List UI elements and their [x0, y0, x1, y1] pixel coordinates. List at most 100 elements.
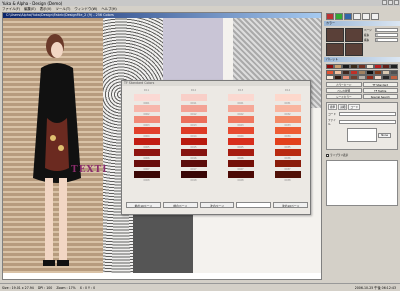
color-swatch[interactable]	[227, 105, 254, 112]
maximize-button[interactable]	[388, 0, 393, 5]
tab-detail[interactable]: 詳細	[338, 104, 348, 110]
color-swatch[interactable]	[274, 94, 301, 101]
library-list[interactable]	[326, 160, 398, 206]
property-value[interactable]: 1	[375, 28, 398, 32]
palette-swatch[interactable]	[358, 75, 366, 80]
color-swatch[interactable]	[133, 171, 160, 178]
prev-10-pages-button[interactable]: 前の10ページ	[126, 202, 161, 208]
color-swatch[interactable]	[133, 160, 160, 167]
palette-swatch[interactable]	[374, 64, 382, 69]
fill-blue-icon[interactable]	[344, 13, 352, 20]
palette-swatch[interactable]	[358, 69, 366, 75]
color-swatch[interactable]	[227, 127, 254, 134]
color-swatch[interactable]	[180, 105, 207, 112]
palette-swatch[interactable]	[342, 64, 350, 69]
color-swatch[interactable]	[227, 171, 254, 178]
tf-textile-button[interactable]: TF Textile	[362, 88, 398, 93]
palette-swatch[interactable]	[390, 69, 398, 75]
color-swatch[interactable]	[180, 94, 207, 101]
minimize-button[interactable]	[382, 0, 387, 5]
palette-swatch[interactable]	[334, 75, 342, 80]
palette-swatch[interactable]	[326, 69, 334, 75]
palette-swatch[interactable]	[382, 75, 390, 80]
thumbnail[interactable]	[326, 28, 344, 42]
color-swatch[interactable]	[133, 94, 160, 101]
palette-swatch[interactable]	[366, 69, 374, 75]
code-input[interactable]	[339, 112, 396, 116]
palette-swatch[interactable]	[366, 64, 374, 69]
color-swatch[interactable]	[133, 105, 160, 112]
palette-swatch[interactable]	[326, 64, 334, 69]
thumbnail[interactable]	[345, 28, 363, 42]
tf-standard-button[interactable]: TF Standard	[362, 82, 398, 87]
color-card-button[interactable]: カラーカード	[326, 82, 362, 87]
palette-swatch[interactable]	[334, 69, 342, 75]
color-swatch[interactable]	[227, 116, 254, 123]
special-search-button[interactable]: Special Search	[362, 94, 398, 99]
library-checkbox-row[interactable]: ライブラリ表示	[324, 152, 400, 158]
eraser-icon[interactable]	[353, 13, 361, 20]
property-value[interactable]: 4	[375, 38, 398, 42]
none-button[interactable]: None	[378, 133, 391, 138]
color-swatch[interactable]	[180, 160, 207, 167]
palette-swatch[interactable]	[350, 64, 358, 69]
color-swatch[interactable]	[180, 149, 207, 156]
color-swatch[interactable]	[180, 138, 207, 145]
property-value[interactable]: 3	[375, 33, 398, 37]
move-icon[interactable]	[371, 13, 379, 20]
palette-swatch[interactable]	[350, 75, 358, 80]
color-swatch[interactable]	[133, 149, 160, 156]
menu-help[interactable]: ヘルプ(H)	[101, 6, 116, 11]
close-button[interactable]	[394, 0, 399, 5]
thumbnail[interactable]	[326, 42, 344, 56]
palette-swatch[interactable]	[358, 64, 366, 69]
color-swatch[interactable]	[227, 138, 254, 145]
tab-code[interactable]: コード	[348, 104, 361, 110]
color-swatch[interactable]	[274, 171, 301, 178]
color-swatch[interactable]	[227, 94, 254, 101]
pen-state-button[interactable]: ペンの状態	[326, 88, 362, 93]
select-icon[interactable]	[362, 13, 370, 20]
palette-swatch[interactable]	[334, 64, 342, 69]
menu-tools[interactable]: ツール(T)	[56, 6, 71, 11]
palette-swatch[interactable]	[374, 69, 382, 75]
color-swatch[interactable]	[180, 127, 207, 134]
color-swatch[interactable]	[133, 116, 160, 123]
color-swatch[interactable]	[274, 105, 301, 112]
color-swatch[interactable]	[133, 138, 160, 145]
seed-color-button[interactable]: シードカラー	[326, 94, 362, 99]
color-swatch[interactable]	[274, 138, 301, 145]
palette-swatch[interactable]	[382, 69, 390, 75]
library-checkbox[interactable]	[326, 153, 329, 157]
color-swatch[interactable]	[227, 149, 254, 156]
page-number-field[interactable]	[236, 202, 272, 208]
palette-swatch[interactable]	[342, 75, 350, 80]
next-10-pages-button[interactable]: 次の10ページ	[273, 202, 308, 208]
menu-window[interactable]: ウィンドウ(W)	[74, 6, 97, 11]
next-page-button[interactable]: 次のページ	[199, 202, 235, 208]
menu-edit[interactable]: 編集(E)	[24, 6, 36, 11]
palette-swatch[interactable]	[366, 75, 374, 80]
tab-standard[interactable]: 標準	[328, 104, 338, 110]
color-swatch[interactable]	[274, 116, 301, 123]
palette-swatch[interactable]	[390, 64, 398, 69]
palette-swatch[interactable]	[382, 64, 390, 69]
color-swatch[interactable]	[180, 171, 207, 178]
color-swatch[interactable]	[227, 160, 254, 167]
menu-file[interactable]: ファイル(F)	[2, 6, 20, 11]
palette-swatch[interactable]	[374, 75, 382, 80]
color-swatch[interactable]	[274, 149, 301, 156]
color-swatch[interactable]	[133, 127, 160, 134]
palette-swatch[interactable]	[326, 75, 334, 80]
palette-swatch[interactable]	[390, 75, 398, 80]
thumbnail[interactable]	[345, 42, 363, 56]
color-swatch[interactable]	[274, 160, 301, 167]
palette-swatch[interactable]	[350, 69, 358, 75]
prev-page-button[interactable]: 前のページ	[162, 202, 198, 208]
brush-green-icon[interactable]	[335, 13, 343, 20]
menu-view[interactable]: 表示(V)	[40, 6, 52, 11]
palette-swatch[interactable]	[342, 69, 350, 75]
color-swatch[interactable]	[274, 127, 301, 134]
palette-panel-header[interactable]: パレット	[324, 57, 400, 62]
color-panel-header[interactable]: カラー	[324, 21, 400, 26]
